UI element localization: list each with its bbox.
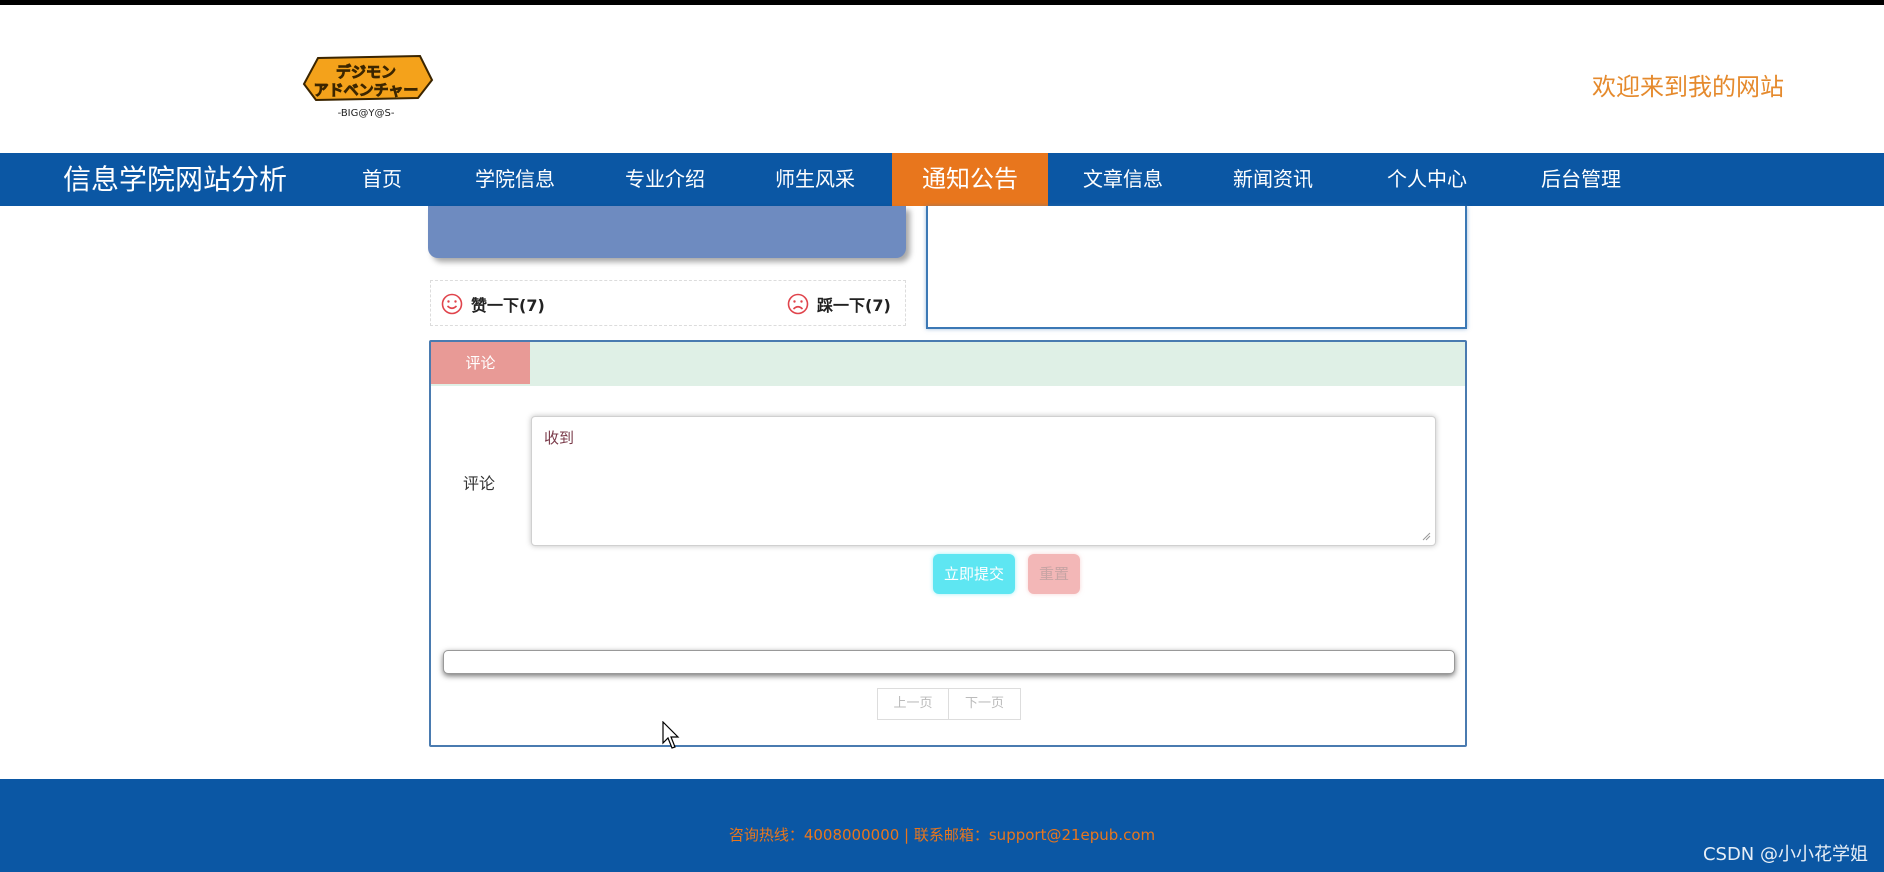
vote-box: 赞一下(7) 踩一下(7) xyxy=(430,280,906,326)
pagination: 上一页 下一页 xyxy=(877,688,1021,720)
site-logo[interactable]: デジモン アドベンチャー -BIG@Y@S- xyxy=(298,50,436,122)
logo-text-sub: -BIG@Y@S- xyxy=(338,108,395,119)
dislike-label: 踩一下(7) xyxy=(817,296,891,315)
nav-item-admin[interactable]: 后台管理 xyxy=(1526,153,1636,206)
main-navbar: 信息学院网站分析 首页 学院信息 专业介绍 师生风采 通知公告 文章信息 新闻资… xyxy=(0,153,1884,206)
article-image xyxy=(428,206,906,258)
nav-item-notices[interactable]: 通知公告 xyxy=(892,153,1048,206)
frown-icon xyxy=(787,293,809,315)
comment-tabbar: 评论 xyxy=(431,342,1465,386)
nav-item-personal-center[interactable]: 个人中心 xyxy=(1372,153,1482,206)
reset-button[interactable]: 重置 xyxy=(1028,554,1080,594)
like-label: 赞一下(7) xyxy=(471,296,545,315)
comment-textarea-value: 收到 xyxy=(544,429,575,447)
csdn-watermark: CSDN @小小花学姐 xyxy=(1702,844,1868,865)
nav-item-major-intro[interactable]: 专业介绍 xyxy=(610,153,720,206)
logo-text-mid: アドベンチャー xyxy=(314,81,419,99)
site-title[interactable]: 信息学院网站分析 xyxy=(63,153,287,206)
footer: 咨询热线：4008000000 | 联系邮箱：support@21epub.co… xyxy=(0,779,1884,872)
mouse-cursor-icon xyxy=(662,721,680,749)
like-button[interactable]: 赞一下(7) xyxy=(441,291,545,317)
header: デジモン アドベンチャー -BIG@Y@S- 欢迎来到我的网站 xyxy=(0,5,1884,153)
welcome-text: 欢迎来到我的网站 xyxy=(1592,73,1784,101)
resize-grip-icon[interactable] xyxy=(1421,531,1431,541)
prev-page-button[interactable]: 上一页 xyxy=(877,688,949,720)
nav-item-home[interactable]: 首页 xyxy=(340,153,424,206)
dislike-button[interactable]: 踩一下(7) xyxy=(787,291,891,317)
nav-item-college-info[interactable]: 学院信息 xyxy=(460,153,570,206)
submit-button[interactable]: 立即提交 xyxy=(933,554,1015,594)
tab-comment[interactable]: 评论 xyxy=(431,342,530,384)
nav-item-news[interactable]: 新闻资讯 xyxy=(1218,153,1328,206)
nav-item-teacher-student[interactable]: 师生风采 xyxy=(760,153,870,206)
smile-icon xyxy=(441,293,463,315)
logo-text-top: デジモン xyxy=(336,63,396,81)
next-page-button[interactable]: 下一页 xyxy=(949,688,1021,720)
footer-contact: 咨询热线：4008000000 | 联系邮箱：support@21epub.co… xyxy=(728,826,1156,844)
comment-textarea[interactable]: 收到 xyxy=(531,416,1436,546)
side-panel xyxy=(926,206,1467,329)
nav-item-articles[interactable]: 文章信息 xyxy=(1068,153,1178,206)
comment-section: 评论 评论 收到 立即提交 重置 上一页 下一页 xyxy=(429,340,1467,747)
comment-list xyxy=(443,650,1455,674)
comment-field-label: 评论 xyxy=(463,474,496,493)
